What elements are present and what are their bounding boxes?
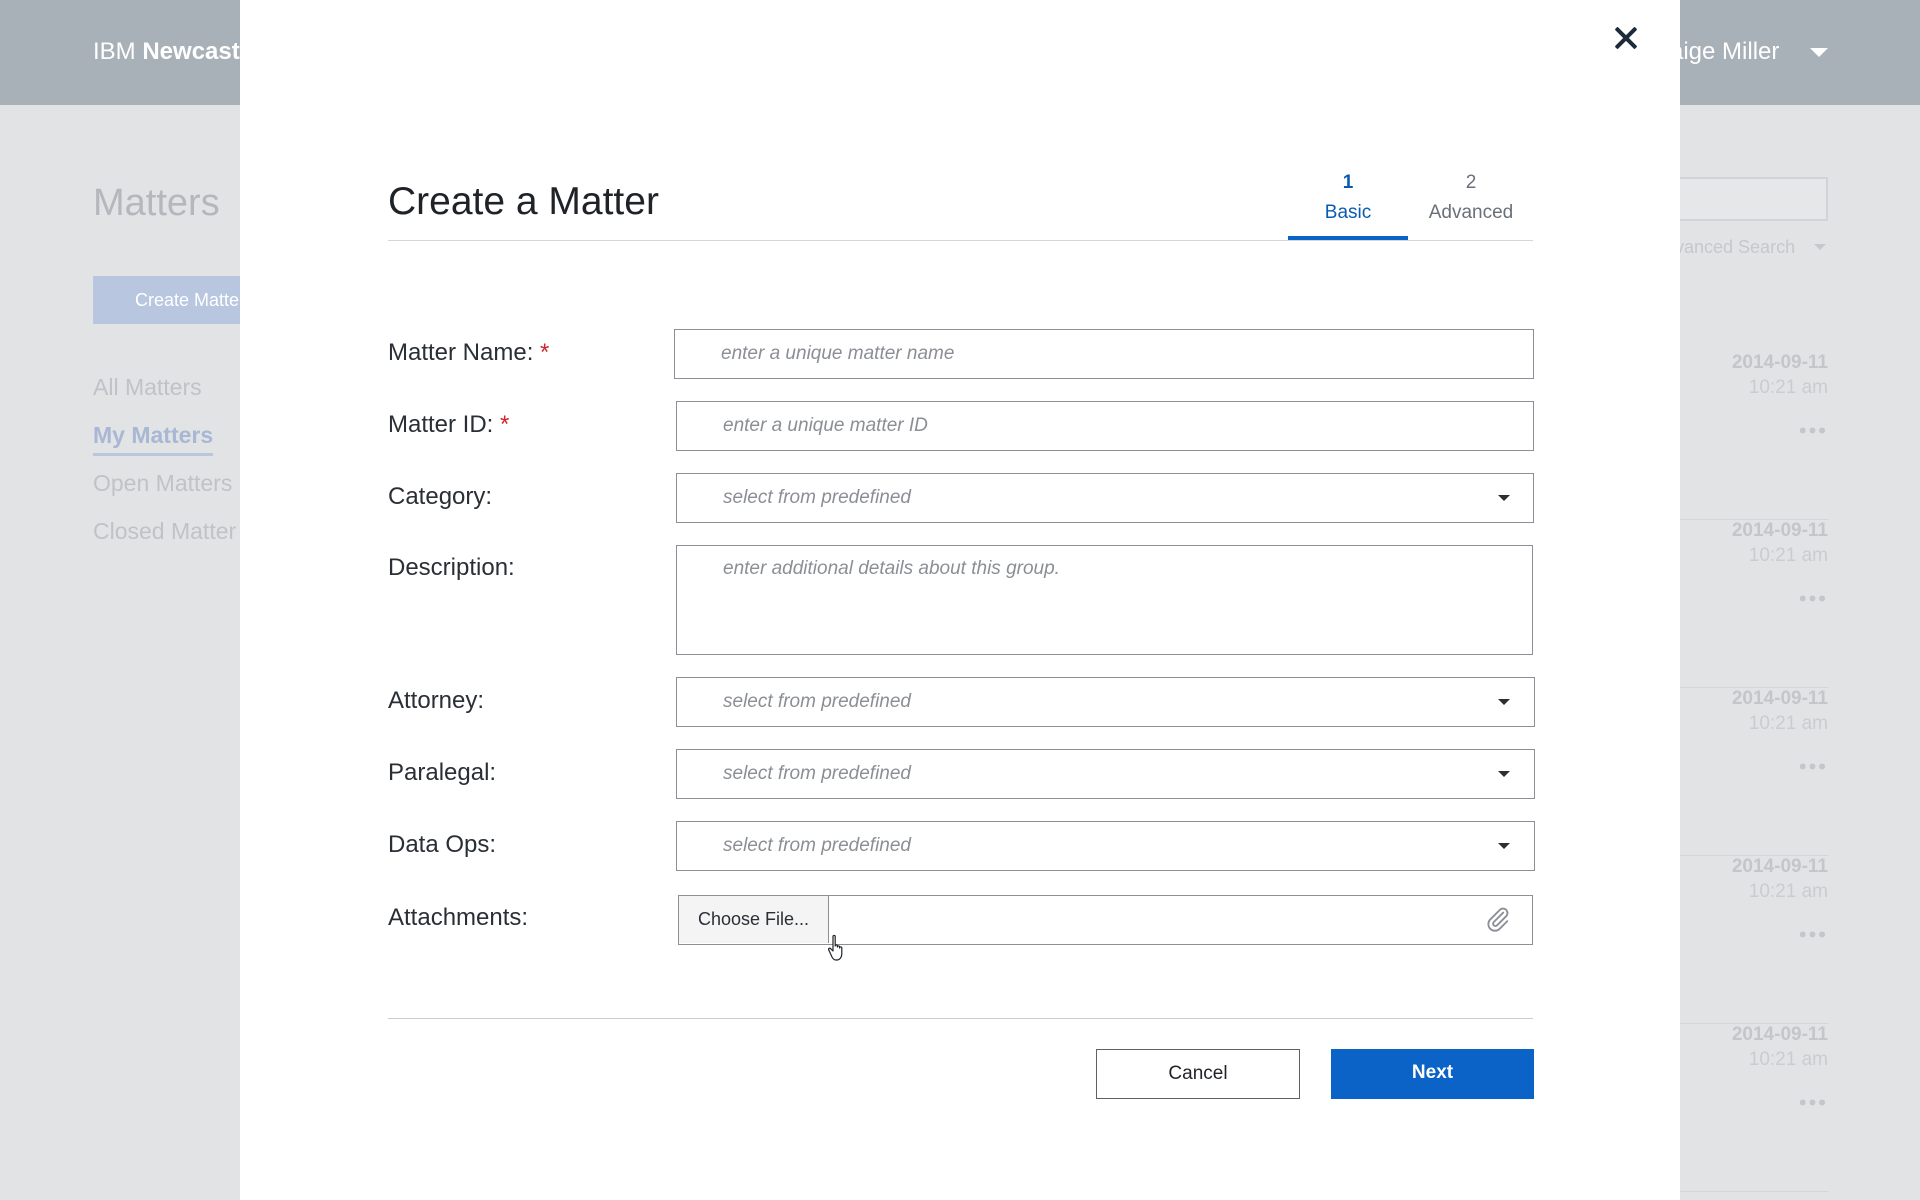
step-label: Basic xyxy=(1324,202,1372,223)
step-number: 2 xyxy=(1465,172,1477,193)
list-item[interactable]: 2014-09-11 10:21 am ••• xyxy=(1680,520,1828,688)
more-icon[interactable]: ••• xyxy=(1799,922,1828,948)
item-time: 10:21 am xyxy=(1748,1049,1828,1070)
item-time: 10:21 am xyxy=(1748,377,1828,398)
chevron-down-icon[interactable] xyxy=(1498,495,1510,501)
list-item[interactable]: 2014-09-11 10:21 am ••• xyxy=(1680,688,1828,856)
attachments-field[interactable]: Choose File... xyxy=(678,895,1533,945)
item-date: 2014-09-11 xyxy=(1731,688,1828,709)
attorney-label: Attorney: xyxy=(388,687,485,714)
step-number: 1 xyxy=(1342,172,1354,193)
step-label: Advanced xyxy=(1428,202,1514,223)
more-icon[interactable]: ••• xyxy=(1799,586,1828,612)
step-advanced-tab[interactable]: 2 Advanced xyxy=(1408,170,1534,230)
attorney-select[interactable]: select from predefined xyxy=(676,677,1535,727)
page-title: Matters xyxy=(93,182,220,224)
matter-id-input[interactable] xyxy=(676,401,1534,451)
item-time: 10:21 am xyxy=(1748,545,1828,566)
chevron-down-icon[interactable] xyxy=(1498,843,1510,849)
choose-file-button[interactable]: Choose File... xyxy=(679,896,829,943)
item-time: 10:21 am xyxy=(1748,881,1828,902)
hand-pointer-icon xyxy=(828,934,843,961)
close-icon[interactable] xyxy=(1610,22,1642,54)
advanced-search-link[interactable]: vanced Search xyxy=(1675,237,1795,258)
nav-closed-matters[interactable]: Closed Matter xyxy=(93,518,236,545)
next-button[interactable]: Next xyxy=(1331,1049,1534,1099)
matter-name-label: Matter Name: * xyxy=(388,339,549,367)
description-textarea[interactable] xyxy=(676,545,1533,655)
attachments-label: Attachments: xyxy=(388,904,529,931)
brand-prefix: IBM xyxy=(93,38,136,65)
paralegal-label: Paralegal: xyxy=(388,759,497,786)
category-select[interactable]: select from predefined xyxy=(676,473,1534,523)
matter-name-input[interactable] xyxy=(674,329,1534,379)
modal-title: Create a Matter xyxy=(388,180,659,223)
search-input[interactable] xyxy=(1660,177,1828,221)
chevron-down-icon[interactable] xyxy=(1498,699,1510,705)
list-item[interactable]: 2014-09-11 10:21 am ••• xyxy=(1680,856,1828,1024)
nav-all-matters[interactable]: All Matters xyxy=(93,374,202,401)
matter-id-label: Matter ID: * xyxy=(388,411,509,439)
data-ops-label: Data Ops: xyxy=(388,831,497,858)
user-menu[interactable]: aige Miller xyxy=(1670,38,1779,66)
data-ops-select[interactable]: select from predefined xyxy=(676,821,1535,871)
category-label: Category: xyxy=(388,483,493,510)
nav-open-matters[interactable]: Open Matters xyxy=(93,470,232,497)
required-mark: * xyxy=(540,339,550,366)
header-divider xyxy=(388,240,1533,241)
more-icon[interactable]: ••• xyxy=(1799,418,1828,444)
matter-name-label-text: Matter Name: xyxy=(388,339,534,366)
paperclip-icon[interactable] xyxy=(1484,905,1512,933)
step-basic-tab[interactable]: 1 Basic xyxy=(1288,170,1408,240)
list-item[interactable]: 2014-09-11 10:21 am ••• xyxy=(1680,352,1828,520)
item-date: 2014-09-11 xyxy=(1731,520,1828,541)
chevron-down-icon[interactable] xyxy=(1810,48,1828,57)
item-date: 2014-09-11 xyxy=(1731,856,1828,877)
paralegal-select[interactable]: select from predefined xyxy=(676,749,1535,799)
nav-my-matters[interactable]: My Matters xyxy=(93,422,214,456)
description-label: Description: xyxy=(388,554,515,581)
footer-divider xyxy=(388,1018,1533,1019)
required-mark: * xyxy=(500,411,510,438)
item-date: 2014-09-11 xyxy=(1731,1024,1828,1045)
matter-id-label-text: Matter ID: xyxy=(388,411,494,438)
list-item[interactable]: 2014-09-11 10:21 am ••• xyxy=(1680,1024,1828,1192)
item-date: 2014-09-11 xyxy=(1731,352,1828,373)
chevron-down-icon[interactable] xyxy=(1814,244,1826,250)
chevron-down-icon[interactable] xyxy=(1498,771,1510,777)
app-brand: IBM Newcast xyxy=(93,38,240,66)
more-icon[interactable]: ••• xyxy=(1799,754,1828,780)
cancel-button[interactable]: Cancel xyxy=(1096,1049,1300,1099)
create-matter-modal: Create a Matter 1 Basic 2 Advanced Matte… xyxy=(240,0,1680,1200)
brand-name: Newcast xyxy=(142,38,240,65)
item-time: 10:21 am xyxy=(1748,713,1828,734)
more-icon[interactable]: ••• xyxy=(1799,1090,1828,1116)
